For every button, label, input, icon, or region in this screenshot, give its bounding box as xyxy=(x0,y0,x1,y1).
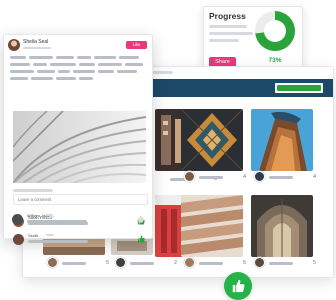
post-timestamp-placeholder xyxy=(23,47,51,49)
avatar xyxy=(184,257,195,268)
tile-likes: 4 xyxy=(312,174,316,180)
progress-text-line xyxy=(209,39,239,42)
tile-author-placeholder xyxy=(62,262,86,265)
tile-image-tower xyxy=(181,109,243,171)
avatar xyxy=(184,171,195,182)
tile-author-placeholder xyxy=(199,262,223,265)
tile-image-hall xyxy=(251,195,313,257)
tile-likes: 5 xyxy=(312,260,316,266)
avatar xyxy=(254,171,265,182)
progress-center xyxy=(264,20,286,42)
avatar xyxy=(47,257,58,268)
tile-image-facade xyxy=(181,195,243,257)
tile-meta: 4 xyxy=(184,171,248,185)
like-badge[interactable] xyxy=(224,272,252,300)
post-image[interactable] xyxy=(13,111,146,183)
comment-timestamp-placeholder xyxy=(46,234,54,236)
avatar xyxy=(12,214,23,225)
comment-timestamp-placeholder xyxy=(45,214,53,216)
gallery-tile[interactable] xyxy=(181,109,243,171)
tile-image-skyscraper xyxy=(251,109,313,171)
avatar xyxy=(13,234,24,245)
tile-author-placeholder xyxy=(269,262,293,265)
comment-author[interactable]: Ssoth xyxy=(28,233,38,238)
comment-item: Ssoth xyxy=(13,233,149,250)
tile-meta: 5 xyxy=(254,257,318,271)
tile-meta: 4 xyxy=(254,171,318,185)
post-author-name[interactable]: Sheila Seal xyxy=(23,39,48,45)
thumbs-up-icon[interactable] xyxy=(137,235,145,243)
tile-likes: 5 xyxy=(242,260,246,266)
gallery-tile[interactable] xyxy=(251,195,313,257)
post-stats-placeholder xyxy=(13,189,53,192)
tile-meta: 5 xyxy=(184,257,248,271)
tile-author-placeholder xyxy=(130,262,154,265)
like-button[interactable]: Like xyxy=(126,41,147,49)
thumbs-up-icon[interactable] xyxy=(136,215,144,223)
tile-meta: 5 xyxy=(47,257,111,271)
tile-author-placeholder xyxy=(269,176,293,179)
comment-text-placeholder xyxy=(28,240,88,243)
progress-text-line xyxy=(209,25,247,28)
progress-text-line xyxy=(209,32,253,35)
tile-author-placeholder xyxy=(199,176,223,179)
avatar xyxy=(115,257,126,268)
progress-title: Progress xyxy=(209,11,246,21)
post-card: Sheila Seal Like Leave a comment Sarah F… xyxy=(3,34,153,245)
tile-likes: 2 xyxy=(173,260,177,266)
gallery-tile[interactable] xyxy=(181,195,243,257)
post-text xyxy=(10,56,150,84)
progress-percent: 73% xyxy=(268,57,282,64)
tile-meta: 2 xyxy=(115,257,179,271)
avatar[interactable] xyxy=(8,39,20,51)
post-image-architecture xyxy=(13,111,146,183)
tile-likes: 4 xyxy=(242,174,246,180)
comment-item: William Jails xyxy=(12,213,148,230)
toolbar-progress-button[interactable] xyxy=(275,83,323,93)
thumbs-up-icon xyxy=(232,279,245,293)
comment-input[interactable] xyxy=(13,194,148,205)
tile-likes: 5 xyxy=(105,260,109,266)
gallery-tile[interactable] xyxy=(251,109,313,171)
comment-text-placeholder xyxy=(27,220,87,223)
progress-donut xyxy=(255,11,295,51)
avatar xyxy=(254,257,265,268)
